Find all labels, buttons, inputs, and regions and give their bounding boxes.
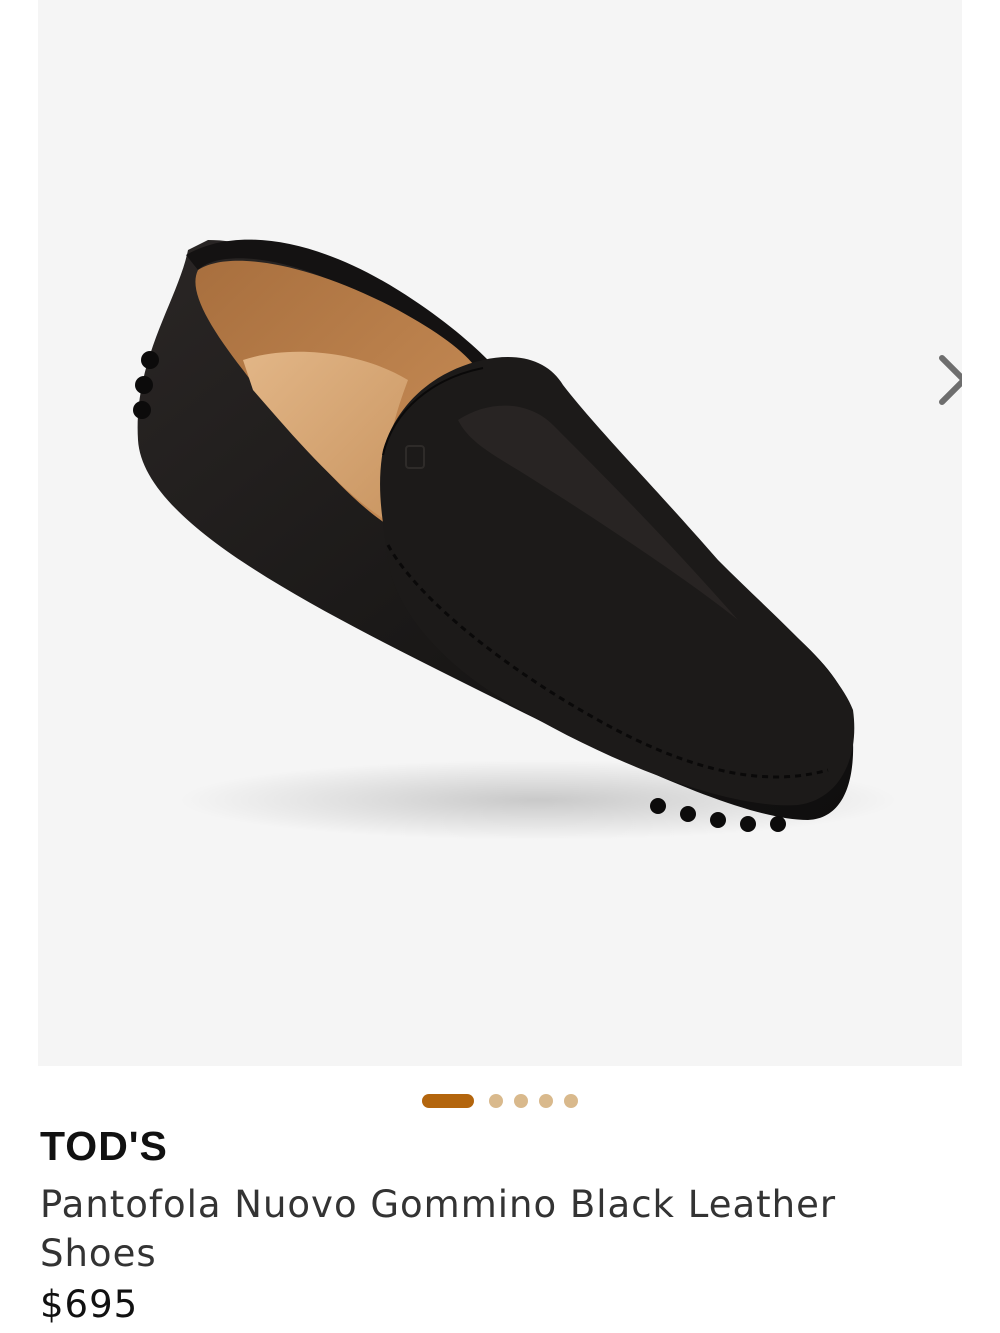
product-image <box>133 239 898 840</box>
product-image-gallery[interactable] <box>38 0 962 1066</box>
product-brand[interactable]: TOD'S <box>40 1118 940 1174</box>
next-image-button[interactable] <box>924 340 962 420</box>
product-title: Pantofola Nuovo Gommino Black Leather Sh… <box>40 1183 837 1275</box>
gallery-pagination <box>0 1093 1000 1109</box>
pagination-dot[interactable] <box>489 1094 503 1108</box>
pagination-dot[interactable] <box>514 1094 528 1108</box>
pagination-dot-active[interactable] <box>422 1094 474 1108</box>
pagination-dot[interactable] <box>539 1094 553 1108</box>
chevron-right-icon <box>939 355 962 405</box>
pagination-dot[interactable] <box>564 1094 578 1108</box>
product-price: $695 <box>40 1283 139 1326</box>
product-info: TOD'S Pantofola Nuovo Gommino Black Leat… <box>40 1118 940 1328</box>
